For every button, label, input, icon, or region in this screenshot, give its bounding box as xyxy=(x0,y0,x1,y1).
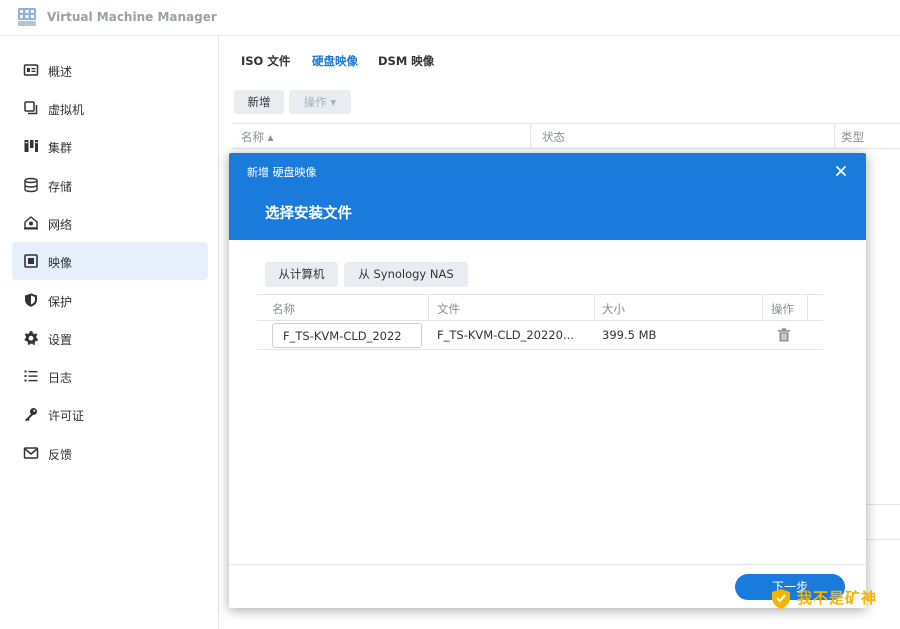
cluster-icon xyxy=(24,140,38,152)
title-bar: Virtual Machine Manager xyxy=(0,0,900,36)
tab-bar: ISO 文件 硬盘映像 DSM 映像 xyxy=(220,37,900,83)
shield-icon xyxy=(25,293,37,307)
table-row: F_TS-KVM-CLD_20220... 399.5 MB xyxy=(257,321,823,350)
from-nas-button[interactable]: 从 Synology NAS xyxy=(344,262,468,287)
tab-disk-images[interactable]: 硬盘映像 xyxy=(312,53,358,69)
column-header-size: 大小 xyxy=(602,302,625,316)
sidebar-item-label: 存储 xyxy=(48,180,73,194)
from-computer-button[interactable]: 从计算机 xyxy=(265,262,338,287)
gear-icon xyxy=(24,331,38,345)
sidebar-item-overview[interactable]: 概述 xyxy=(12,51,208,89)
column-header-name: 名称 xyxy=(272,302,295,316)
watermark-shield-icon xyxy=(772,589,790,609)
sidebar-item-license[interactable]: 许可证 xyxy=(12,395,208,433)
image-name-input[interactable] xyxy=(272,323,422,348)
column-divider xyxy=(428,295,429,321)
size-cell: 399.5 MB xyxy=(602,328,657,342)
action-dropdown-button[interactable]: 操作 ▾ xyxy=(289,90,351,114)
sidebar-item-label: 日志 xyxy=(48,371,73,385)
sidebar-item-label: 保护 xyxy=(48,295,73,309)
sidebar-item-label: 概述 xyxy=(48,65,73,79)
sidebar-item-settings[interactable]: 设置 xyxy=(12,319,208,357)
column-divider xyxy=(834,124,835,149)
overview-icon xyxy=(23,64,39,76)
column-header-type[interactable]: 类型 xyxy=(841,129,864,145)
app-title: Virtual Machine Manager xyxy=(47,10,217,24)
list-header: 名称 ▴ 状态 类型 xyxy=(232,123,900,149)
storage-icon xyxy=(24,177,38,193)
sidebar-item-label: 反馈 xyxy=(48,448,73,462)
watermark: 我不是矿神 xyxy=(767,584,897,614)
tab-dsm-images[interactable]: DSM 映像 xyxy=(378,53,434,69)
sidebar: 概述 虚拟机 集群 存储 网络 映像 保护 设置 日志 许可证 反馈 xyxy=(0,37,219,629)
sidebar-item-image[interactable]: 映像 xyxy=(12,242,208,280)
sidebar-item-label: 映像 xyxy=(48,256,73,270)
file-table: 名称 文件 大小 操作 F_TS-KVM-CLD_20220... 399.5 … xyxy=(257,294,823,350)
list-footer-edge xyxy=(866,504,900,540)
key-icon xyxy=(25,408,37,422)
column-divider xyxy=(807,295,808,321)
sidebar-item-label: 许可证 xyxy=(48,409,85,423)
vm-icon xyxy=(24,101,38,115)
sidebar-item-protection[interactable]: 保护 xyxy=(12,281,208,319)
sidebar-item-label: 网络 xyxy=(48,218,73,232)
add-disk-image-dialog: 新增 硬盘映像 选择安装文件 从计算机 从 Synology NAS 名称 文件… xyxy=(229,153,866,608)
watermark-text: 我不是矿神 xyxy=(797,589,878,607)
dialog-caption: 新增 硬盘映像 xyxy=(247,166,317,179)
column-header-status[interactable]: 状态 xyxy=(542,129,565,145)
vmm-app-icon xyxy=(18,8,36,26)
column-header-file: 文件 xyxy=(437,302,460,316)
column-header-action: 操作 xyxy=(771,302,794,316)
column-header-name[interactable]: 名称 ▴ xyxy=(241,129,273,145)
tab-iso-files[interactable]: ISO 文件 xyxy=(241,53,290,69)
column-divider xyxy=(594,295,595,321)
sidebar-item-log[interactable]: 日志 xyxy=(12,357,208,395)
column-divider xyxy=(762,295,763,321)
trash-icon[interactable] xyxy=(776,327,792,343)
close-icon[interactable] xyxy=(831,161,851,181)
mail-icon xyxy=(23,447,39,459)
new-button[interactable]: 新增 xyxy=(234,90,284,114)
sidebar-item-label: 集群 xyxy=(48,141,73,155)
dialog-title: 选择安装文件 xyxy=(265,206,352,222)
sidebar-item-cluster[interactable]: 集群 xyxy=(12,127,208,165)
sidebar-item-label: 虚拟机 xyxy=(48,103,85,117)
sidebar-item-label: 设置 xyxy=(48,333,73,347)
sidebar-item-feedback[interactable]: 反馈 xyxy=(12,434,208,472)
sidebar-item-vm[interactable]: 虚拟机 xyxy=(12,89,208,127)
log-icon xyxy=(24,370,38,382)
image-icon xyxy=(24,254,38,268)
sidebar-item-network[interactable]: 网络 xyxy=(12,204,208,242)
file-table-header: 名称 文件 大小 操作 xyxy=(257,294,823,321)
column-divider xyxy=(530,124,531,149)
file-cell: F_TS-KVM-CLD_20220... xyxy=(437,328,574,342)
dialog-header: 新增 硬盘映像 选择安装文件 xyxy=(229,153,866,240)
network-icon xyxy=(24,216,38,230)
sidebar-item-storage[interactable]: 存储 xyxy=(12,166,208,204)
